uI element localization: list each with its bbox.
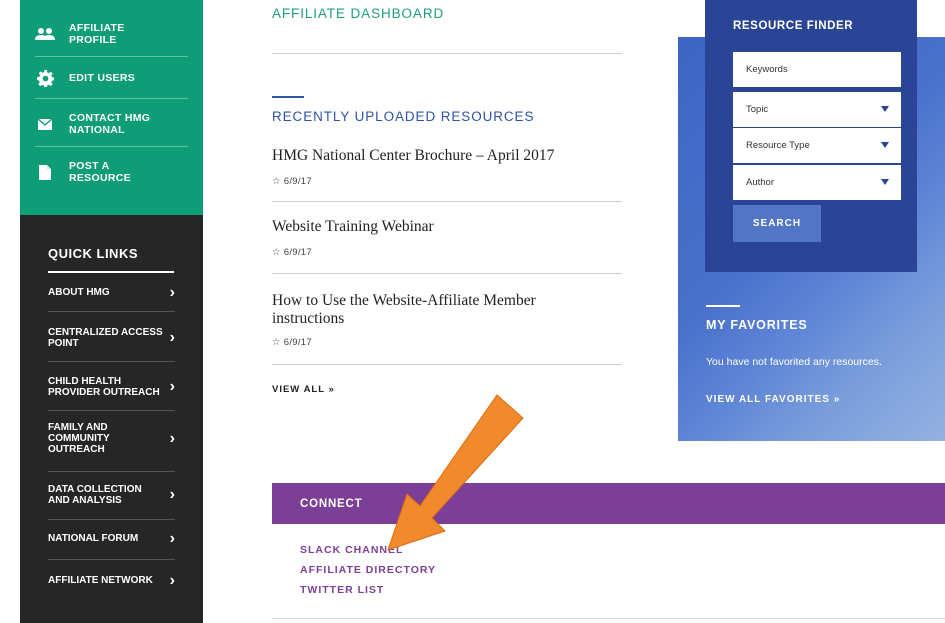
recent-resources-title: RECENTLY UPLOADED RESOURCES [272, 109, 535, 124]
resource-link[interactable]: Website Training Webinar [272, 218, 434, 236]
quick-link-label: NATIONAL FORUM [48, 533, 139, 544]
post-resource-label-2: RESOURCE [69, 172, 131, 184]
chevron-right-icon: › [169, 529, 175, 547]
users-icon [35, 24, 55, 44]
envelope-icon [35, 114, 55, 134]
quick-link-label: CENTRALIZED ACCESS [48, 327, 163, 338]
quick-links-title: QUICK LINKS [48, 246, 138, 261]
chevron-right-icon: › [169, 429, 175, 447]
view-all-link[interactable]: VIEW ALL » [272, 384, 335, 395]
quick-link-about-hmg[interactable]: ABOUT HMG › [48, 283, 175, 301]
resource-date: ☆ 6/9/17 [272, 247, 312, 258]
quick-link-label: POINT [48, 338, 79, 349]
view-all-favorites-link[interactable]: VIEW ALL FAVORITES » [706, 394, 840, 405]
quick-link-label: FAMILY AND [48, 422, 108, 433]
resource-finder: RESOURCE FINDER Keywords Topic Resource … [705, 0, 917, 272]
post-resource-link[interactable]: POST A RESOURCE [35, 160, 188, 184]
quick-link-label: AFFILIATE NETWORK [48, 575, 153, 586]
affiliate-profile-label-2: PROFILE [69, 34, 117, 46]
affiliate-profile-label-1: AFFILIATE [69, 22, 125, 34]
edit-users-link[interactable]: EDIT USERS [35, 68, 188, 88]
quick-link-data-collection[interactable]: DATA COLLECTION AND ANALYSIS › [48, 484, 175, 506]
topic-select-value: Topic [746, 104, 769, 115]
quick-link-label: DATA COLLECTION [48, 484, 142, 495]
resource-link[interactable]: How to Use the Website-Affiliate Member i… [272, 292, 536, 328]
resource-link[interactable]: HMG National Center Brochure – April 201… [272, 147, 554, 165]
quick-link-label: PROVIDER OUTREACH [48, 387, 160, 398]
dropdown-arrow-icon [881, 179, 889, 185]
gear-icon [35, 68, 55, 88]
my-favorites-title: MY FAVORITES [706, 318, 808, 332]
chevron-right-icon: › [169, 329, 175, 346]
search-button[interactable]: SEARCH [733, 205, 821, 242]
author-select-value: Author [746, 177, 774, 188]
affiliate-menu: AFFILIATE PROFILE EDIT USERS CONTACT HMG N… [20, 0, 203, 215]
quick-link-label: COMMUNITY [48, 433, 110, 444]
quick-link-centralized-access[interactable]: CENTRALIZED ACCESS POINT › [48, 327, 175, 349]
chevron-right-icon: › [169, 378, 175, 395]
dropdown-arrow-icon [881, 106, 889, 112]
quick-link-national-forum[interactable]: NATIONAL FORUM › [48, 529, 175, 547]
favorites-empty-text: You have not favorited any resources. [706, 356, 882, 368]
post-resource-label-1: POST A [69, 160, 110, 172]
affiliate-profile-link[interactable]: AFFILIATE PROFILE [35, 22, 188, 46]
resource-title-line: How to Use the Website-Affiliate Member [272, 292, 536, 309]
quick-link-family-community[interactable]: FAMILY AND COMMUNITY OUTREACH › [48, 422, 175, 455]
quick-links-panel: QUICK LINKS ABOUT HMG › CENTRALIZED ACCE… [20, 215, 203, 623]
resource-type-select-value: Resource Type [746, 140, 810, 151]
contact-hmg-link[interactable]: CONTACT HMG NATIONAL [35, 112, 188, 136]
affiliate-directory-link[interactable]: AFFILIATE DIRECTORY [300, 564, 436, 576]
contact-hmg-label-2: NATIONAL [69, 124, 125, 136]
chevron-right-icon: › [169, 283, 175, 301]
resource-type-select[interactable]: Resource Type [733, 128, 901, 163]
chevron-right-icon: › [169, 571, 175, 589]
resource-title-line: instructions [272, 310, 345, 327]
resource-date: ☆ 6/9/17 [272, 337, 312, 348]
topic-select[interactable]: Topic [733, 92, 901, 127]
quick-link-label: AND ANALYSIS [48, 495, 122, 506]
slack-channel-link[interactable]: SLACK CHANNEL [300, 544, 403, 556]
resource-date: ☆ 6/9/17 [272, 176, 312, 187]
quick-link-label: ABOUT HMG [48, 287, 110, 298]
document-icon [35, 162, 55, 182]
resource-finder-title: RESOURCE FINDER [733, 20, 854, 32]
keywords-input[interactable]: Keywords [733, 52, 901, 87]
quick-link-label: CHILD HEALTH [48, 376, 122, 387]
page-title: AFFILIATE DASHBOARD [272, 6, 445, 21]
quick-link-affiliate-network[interactable]: AFFILIATE NETWORK › [48, 571, 175, 589]
edit-users-label: EDIT USERS [69, 72, 136, 84]
author-select[interactable]: Author [733, 165, 901, 200]
quick-link-label: OUTREACH [48, 444, 105, 455]
quick-link-child-health[interactable]: CHILD HEALTH PROVIDER OUTREACH › [48, 376, 175, 398]
twitter-list-link[interactable]: TWITTER LIST [300, 584, 384, 596]
connect-title: CONNECT [272, 483, 945, 524]
dropdown-arrow-icon [881, 142, 889, 148]
chevron-right-icon: › [169, 486, 175, 503]
connect-panel: CONNECT SLACK CHANNEL AFFILIATE DIRECTOR… [272, 483, 945, 623]
contact-hmg-label-1: CONTACT HMG [69, 112, 151, 124]
